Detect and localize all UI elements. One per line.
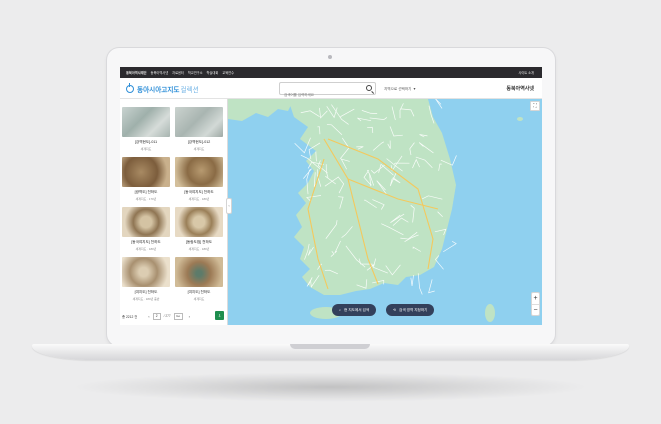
map-list-sidebar: [강역현도]-011 세계지도 [강역현도]-012 세계지도 [광역도] 천하…: [120, 99, 228, 325]
logo-subtitle: 컬렉션: [180, 87, 199, 94]
set-area-button[interactable]: ⟲ 검색 영역 지정하기: [386, 304, 435, 316]
map-card[interactable]: [여지도] 천하도 세계지도 · 180년 중반: [122, 257, 170, 301]
map-card-title: [여지도] 천하도: [134, 290, 158, 294]
map-thumbnail[interactable]: [175, 107, 223, 137]
global-nav-item[interactable]: 학교연구소: [188, 70, 203, 75]
map-thumbnail[interactable]: [175, 207, 223, 237]
global-nav-bar: 동북아역사재단 동북아역사넷 자료센터 학교연구소 학술대회 교육연수 사이트 …: [120, 67, 542, 78]
site-logo[interactable]: 동아시아고지도 컬렉션: [126, 83, 199, 94]
area-select-icon: ⟲: [393, 308, 397, 312]
map-thumbnail[interactable]: [175, 157, 223, 187]
search-icon[interactable]: [366, 85, 372, 91]
search-box: [279, 82, 376, 101]
map-card-meta: 세계지도: [193, 297, 205, 301]
sitemap-link[interactable]: 사이트 소개: [518, 70, 534, 75]
map-island-ulleung: [517, 117, 523, 121]
map-card-meta: 세계지도 · 180년: [188, 247, 210, 251]
result-count: 총 2212 건: [122, 314, 138, 319]
global-nav-item[interactable]: 동북아역사재단: [126, 70, 147, 75]
fullscreen-icon[interactable]: ⛶: [530, 101, 540, 111]
map-thumbnail[interactable]: [175, 257, 223, 287]
map-card-title: [동국여지도] 천하도: [184, 190, 214, 194]
brand-logo-right[interactable]: 동북아역사넷: [506, 85, 534, 92]
map-card-title: [광역도] 천하도: [134, 190, 158, 194]
map-card-meta: 세계지도 · 180년 중반: [132, 297, 160, 301]
map-thumbnail[interactable]: [122, 207, 170, 237]
region-select-dropdown[interactable]: 지역으로 선택하기 ▾: [384, 86, 415, 92]
map-card-title: [여지도] 천하도: [187, 290, 211, 294]
zoom-in-button[interactable]: +: [532, 293, 539, 304]
map-canvas[interactable]: [228, 99, 542, 325]
map-card-title: [동람도첩] 천하도: [185, 240, 213, 244]
power-logo-icon: [126, 83, 134, 93]
map-thumbnail[interactable]: [122, 157, 170, 187]
laptop-screen: 동북아역사재단 동북아역사넷 자료센터 학교연구소 학술대회 교육연수 사이트 …: [120, 67, 542, 325]
global-nav-item[interactable]: 학술대회: [207, 70, 219, 75]
site-header: 동아시아고지도 컬렉션 지역으로 선택하기▾ 동북아역사넷: [120, 78, 542, 101]
map-card[interactable]: [광역도] 천하도 세계지도 · 170년: [122, 157, 170, 201]
global-nav-item[interactable]: 교육연수: [222, 70, 234, 75]
global-nav-item[interactable]: 동북아역사넷: [151, 70, 169, 75]
map-card-title: [강역현도]-012: [187, 140, 211, 144]
chevron-down-icon: ▾: [413, 86, 416, 91]
map-card-title: [강역현도]-011: [134, 140, 158, 144]
search-in-map-label: 현 지도에서 검색: [344, 308, 370, 312]
korea-map[interactable]: ⛶ + − ⌕ 현 지도에서 검색 ⟲ 검색 영역 지정하기: [228, 99, 542, 325]
go-page-button[interactable]: Go: [173, 312, 183, 320]
map-card-meta: 세계지도: [140, 147, 152, 151]
map-card[interactable]: [강역현도]-011 세계지도: [122, 107, 170, 151]
map-card-meta: 세계지도: [193, 147, 205, 151]
download-icon[interactable]: ⇩: [215, 311, 224, 320]
map-card[interactable]: [강역현도]-012 세계지도: [175, 107, 223, 151]
search-in-map-button[interactable]: ⌕ 현 지도에서 검색: [332, 304, 377, 316]
laptop-camera: [328, 55, 332, 59]
map-card-title: [동국여지도] 천하도: [131, 240, 161, 244]
map-thumbnail[interactable]: [122, 257, 170, 287]
region-select-label: 지역으로 선택하기: [384, 87, 412, 91]
next-page-icon[interactable]: ›: [189, 314, 190, 319]
map-card[interactable]: [동국여지도] 천하도 세계지도 · 180년: [175, 157, 223, 201]
prev-page-icon[interactable]: ‹: [148, 314, 149, 319]
zoom-control: + −: [531, 292, 540, 316]
global-nav-item[interactable]: 자료센터: [172, 70, 184, 75]
laptop-shadow: [70, 372, 590, 402]
map-card-meta: 세계지도 · 180년: [188, 197, 210, 201]
zoom-out-button[interactable]: −: [532, 305, 539, 316]
map-card-meta: 세계지도 · 170년: [135, 197, 157, 201]
page-total: / 277: [163, 314, 171, 318]
map-thumbnail[interactable]: [122, 107, 170, 137]
set-area-label: 검색 영역 지정하기: [399, 308, 428, 312]
page-number-input[interactable]: 2: [152, 312, 161, 320]
map-card[interactable]: [여지도] 천하도 세계지도: [175, 257, 223, 301]
map-card[interactable]: [동람도첩] 천하도 세계지도 · 180년: [175, 207, 223, 251]
pagination: 총 2212 건 ‹ 2 / 277 Go › ⇩: [120, 309, 228, 323]
map-island-tsushima: [485, 304, 495, 322]
magnifier-icon: ⌕: [339, 308, 342, 312]
sidebar-collapse-toggle[interactable]: ‹: [226, 198, 232, 214]
map-card-meta: 세계지도 · 180년: [135, 247, 157, 251]
logo-title: 동아시아고지도: [137, 87, 180, 94]
map-card[interactable]: [동국여지도] 천하도 세계지도 · 180년: [122, 207, 170, 251]
laptop-notch: [290, 344, 370, 349]
